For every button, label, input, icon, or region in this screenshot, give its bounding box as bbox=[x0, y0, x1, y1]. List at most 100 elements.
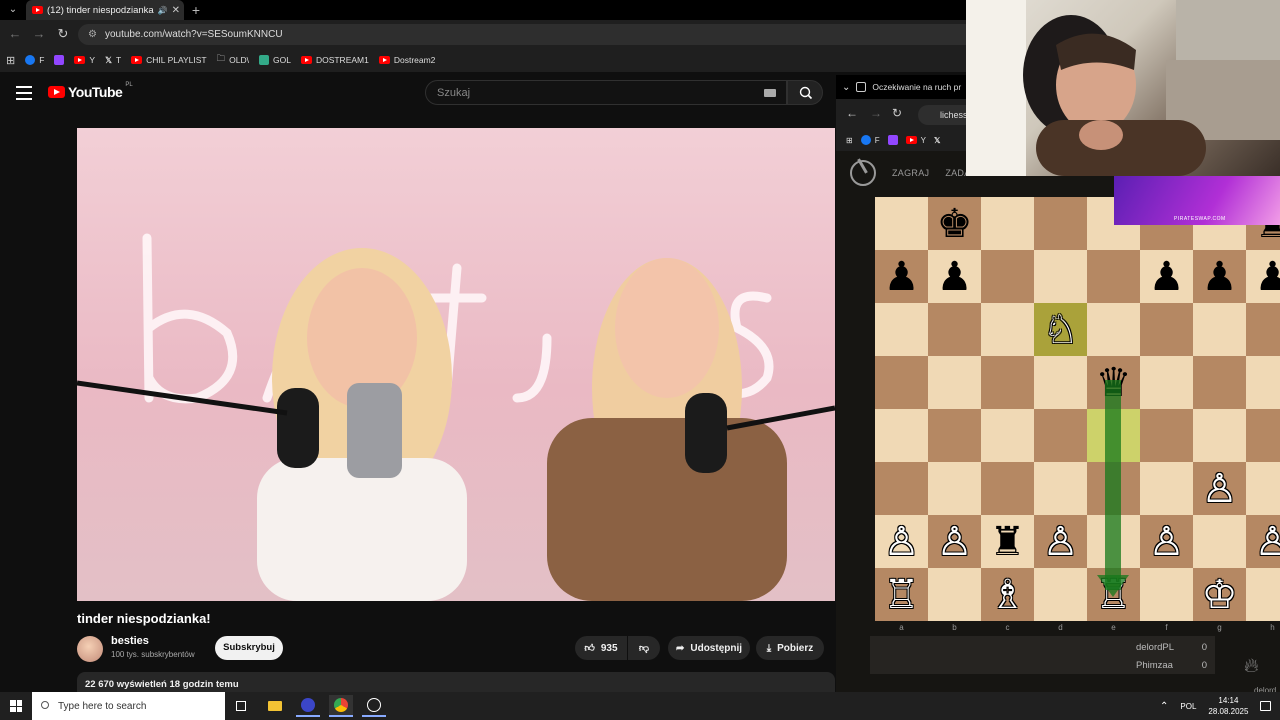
board-square[interactable] bbox=[875, 356, 928, 409]
board-square[interactable] bbox=[1087, 250, 1140, 303]
bookmark-x[interactable]: 𝕏 bbox=[934, 136, 940, 145]
forward-arrow-icon[interactable]: → bbox=[870, 106, 882, 120]
board-square[interactable] bbox=[1034, 197, 1087, 250]
board-square[interactable] bbox=[1246, 356, 1280, 409]
bookmark-folder-old[interactable]: 🗀 OLD\ bbox=[217, 53, 249, 67]
language-indicator[interactable]: POL bbox=[1180, 702, 1196, 711]
chess-piece[interactable]: ♟ bbox=[937, 257, 973, 297]
back-arrow-icon[interactable]: ← bbox=[846, 106, 858, 120]
nav-play[interactable]: ZAGRAJ bbox=[892, 168, 929, 178]
bookmark-facebook[interactable]: F bbox=[860, 135, 880, 145]
apps-grid-icon[interactable]: ⊞ bbox=[6, 54, 15, 67]
youtube-logo[interactable]: YouTube PL bbox=[48, 82, 133, 100]
url-field[interactable]: ⚙ youtube.com/watch?v=SESoumKNNCU bbox=[78, 24, 966, 45]
clock[interactable]: 14:14 28.08.2025 bbox=[1208, 695, 1248, 717]
board-square[interactable] bbox=[981, 303, 1034, 356]
reload-icon[interactable]: ↻ bbox=[892, 106, 902, 120]
taskbar-search-input[interactable]: Type here to search bbox=[32, 692, 225, 720]
chess-piece[interactable]: ♟ bbox=[1202, 257, 1238, 297]
bookmark-twitch[interactable] bbox=[54, 55, 65, 65]
board-square[interactable] bbox=[1034, 462, 1087, 515]
lichess-tab-title[interactable]: Oczekiwanie na ruch pr bbox=[872, 82, 961, 92]
board-square[interactable] bbox=[1193, 303, 1246, 356]
board-square[interactable]: ♔ bbox=[1193, 568, 1246, 621]
board-square[interactable] bbox=[1034, 568, 1087, 621]
site-info-icon[interactable]: ⚙ bbox=[88, 29, 97, 40]
apps-grid-icon[interactable]: ⊞ bbox=[846, 136, 853, 145]
notifications-icon[interactable] bbox=[1260, 701, 1272, 711]
like-button[interactable]: 👍︎ 935 bbox=[575, 636, 627, 660]
chess-board[interactable]: ♚♜♟♟♟♟♟♘♛♙♙♙♜♙♙♙♖♗♖♔ bbox=[875, 197, 1280, 621]
board-square[interactable] bbox=[1034, 250, 1087, 303]
chess-piece[interactable]: ♙ bbox=[1255, 522, 1280, 562]
board-square[interactable]: ♙ bbox=[1034, 515, 1087, 568]
chess-piece[interactable]: ♙ bbox=[937, 522, 973, 562]
board-square[interactable]: ♟ bbox=[1140, 250, 1193, 303]
channel-avatar[interactable] bbox=[77, 636, 103, 662]
board-square[interactable] bbox=[1246, 568, 1280, 621]
board-square[interactable] bbox=[1193, 409, 1246, 462]
chess-piece[interactable]: ♜ bbox=[990, 522, 1026, 562]
speaker-icon[interactable]: 🔊 bbox=[158, 6, 168, 15]
board-square[interactable]: ♙ bbox=[1140, 515, 1193, 568]
bookmark-chil-playlist[interactable]: CHIL PLAYLIST bbox=[131, 55, 207, 65]
app-icon[interactable] bbox=[362, 695, 386, 717]
board-square[interactable] bbox=[1246, 462, 1280, 515]
share-button[interactable]: ➦ Udostępnij bbox=[668, 636, 750, 660]
keyboard-icon[interactable] bbox=[764, 89, 776, 97]
board-square[interactable]: ♟ bbox=[875, 250, 928, 303]
back-arrow-icon[interactable]: ← bbox=[6, 25, 24, 43]
board-square[interactable]: ♙ bbox=[1246, 515, 1280, 568]
video-player[interactable] bbox=[77, 128, 835, 601]
chess-piece[interactable]: ♙ bbox=[1202, 469, 1238, 509]
tab-list-button[interactable]: ⌄ bbox=[842, 82, 850, 93]
bookmark-youtube[interactable]: Y bbox=[905, 136, 926, 145]
chess-piece[interactable]: ♔ bbox=[1202, 575, 1238, 615]
lichess-logo-icon[interactable] bbox=[850, 160, 876, 186]
board-square[interactable] bbox=[1140, 303, 1193, 356]
chess-piece[interactable]: ♟ bbox=[884, 257, 920, 297]
board-square[interactable] bbox=[981, 409, 1034, 462]
player-name[interactable]: Phimzaa bbox=[1136, 660, 1173, 671]
board-square[interactable] bbox=[875, 303, 928, 356]
board-square[interactable]: ♗ bbox=[981, 568, 1034, 621]
board-square[interactable] bbox=[981, 356, 1034, 409]
board-square[interactable] bbox=[928, 409, 981, 462]
reload-icon[interactable]: ↻ bbox=[54, 25, 72, 43]
board-square[interactable] bbox=[1140, 568, 1193, 621]
chrome-icon[interactable] bbox=[329, 695, 353, 717]
start-button[interactable] bbox=[0, 692, 32, 720]
bookmark-x[interactable]: 𝕏T bbox=[105, 55, 121, 66]
board-square[interactable] bbox=[928, 462, 981, 515]
board-square[interactable]: ♖ bbox=[875, 568, 928, 621]
dislike-button[interactable]: 👎︎ bbox=[628, 636, 660, 660]
channel-name[interactable]: besties bbox=[111, 635, 149, 647]
board-square[interactable] bbox=[981, 250, 1034, 303]
new-tab-button[interactable]: + bbox=[188, 0, 204, 20]
board-square[interactable] bbox=[1193, 515, 1246, 568]
bookmark-dostream2[interactable]: Dostream2 bbox=[378, 55, 435, 65]
board-square[interactable] bbox=[875, 197, 928, 250]
browser-tab-youtube[interactable]: (12) tinder niespodzianka! · 🔊 ✕ bbox=[26, 0, 184, 20]
tab-close-icon[interactable]: ✕ bbox=[172, 5, 180, 16]
board-square[interactable] bbox=[928, 303, 981, 356]
chess-piece[interactable]: ♚ bbox=[937, 204, 973, 244]
forward-arrow-icon[interactable]: → bbox=[30, 25, 48, 43]
board-square[interactable]: ♘ bbox=[1034, 303, 1087, 356]
file-explorer-icon[interactable] bbox=[263, 695, 287, 717]
chess-piece[interactable]: ♖ bbox=[884, 575, 920, 615]
chess-piece[interactable]: ♗ bbox=[990, 575, 1026, 615]
chess-piece[interactable]: ♘ bbox=[1043, 310, 1079, 350]
tray-expand-icon[interactable]: ⌃ bbox=[1160, 701, 1168, 712]
chess-piece[interactable]: ♙ bbox=[1149, 522, 1185, 562]
board-square[interactable]: ♙ bbox=[875, 515, 928, 568]
obs-app-icon[interactable] bbox=[296, 695, 320, 717]
board-square[interactable] bbox=[1246, 409, 1280, 462]
tab-list-button[interactable]: ⌄ bbox=[4, 2, 22, 18]
board-square[interactable]: ♙ bbox=[1193, 462, 1246, 515]
board-square[interactable] bbox=[1034, 356, 1087, 409]
board-square[interactable]: ♚ bbox=[928, 197, 981, 250]
board-square[interactable] bbox=[928, 356, 981, 409]
board-square[interactable] bbox=[1034, 409, 1087, 462]
board-square[interactable] bbox=[1087, 303, 1140, 356]
